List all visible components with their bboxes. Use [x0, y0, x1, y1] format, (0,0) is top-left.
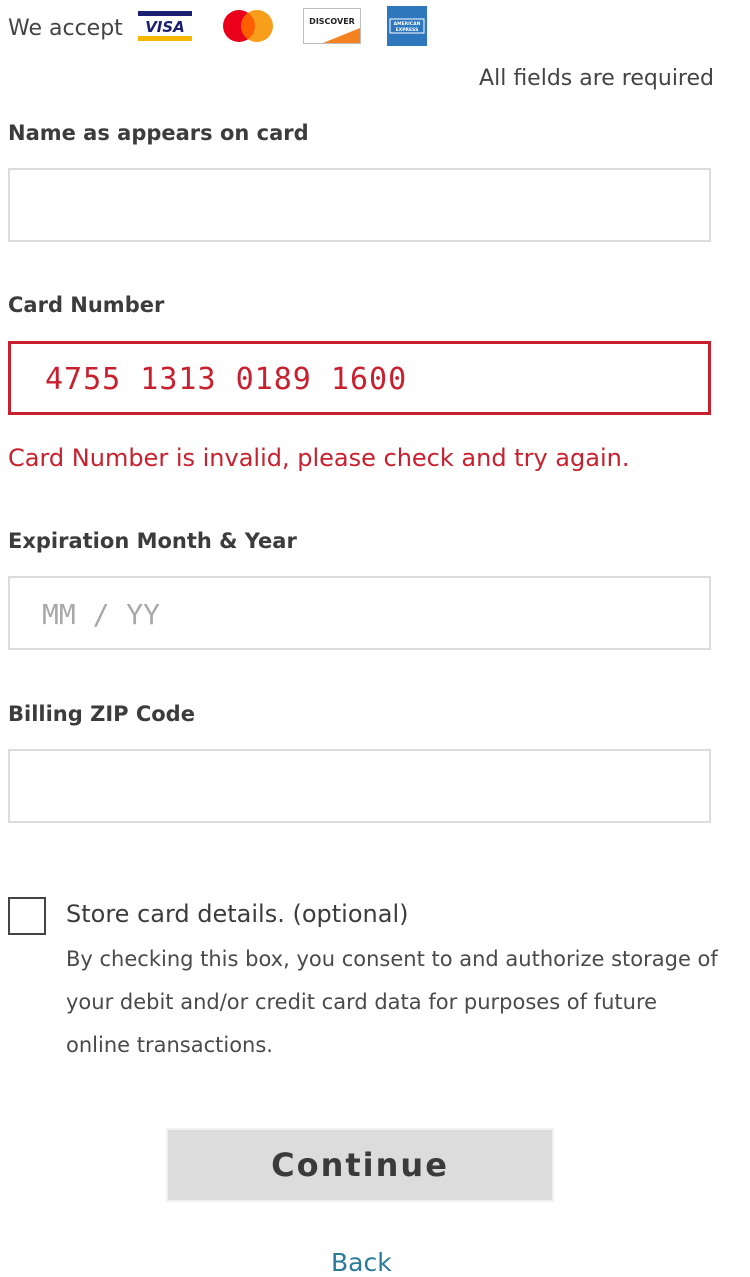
visa-logo: VISA: [136, 10, 193, 46]
discover-text: DISCOVER: [309, 17, 355, 26]
discover-logo: DISCOVER: [302, 8, 361, 48]
mastercard-logo: [219, 8, 277, 48]
back-link[interactable]: Back: [331, 1248, 392, 1277]
visa-text: VISA: [145, 18, 185, 36]
card-number-field[interactable]: 4755 1313 0189 1600: [8, 341, 711, 415]
card-number-value: 4755 1313 0189 1600: [45, 362, 408, 397]
accept-label: We accept: [8, 15, 123, 41]
svg-text:EXPRESS: EXPRESS: [395, 27, 418, 33]
card-number-label: Card Number: [8, 293, 165, 317]
expiration-field[interactable]: MM / YY: [8, 576, 711, 650]
store-card-title: Store card details. (optional): [66, 900, 409, 928]
continue-button[interactable]: Continue: [166, 1128, 554, 1202]
zip-field[interactable]: [8, 749, 711, 823]
required-note: All fields are required: [479, 66, 714, 91]
card-number-error: Card Number is invalid, please check and…: [8, 444, 630, 472]
expiration-placeholder: MM / YY: [42, 598, 161, 631]
svg-text:AMERICAN: AMERICAN: [393, 21, 420, 27]
name-field[interactable]: [8, 168, 711, 242]
name-label: Name as appears on card: [8, 121, 309, 145]
store-card-consent: By checking this box, you consent to and…: [66, 947, 718, 1057]
american-express-logo: AMERICAN EXPRESS: [386, 6, 427, 50]
expiration-label: Expiration Month & Year: [8, 529, 297, 553]
accepted-cards-row: We accept VISA DISCOVER AMERICAN EXPRESS: [8, 6, 453, 50]
store-card-checkbox[interactable]: [8, 897, 46, 935]
zip-label: Billing ZIP Code: [8, 702, 195, 726]
